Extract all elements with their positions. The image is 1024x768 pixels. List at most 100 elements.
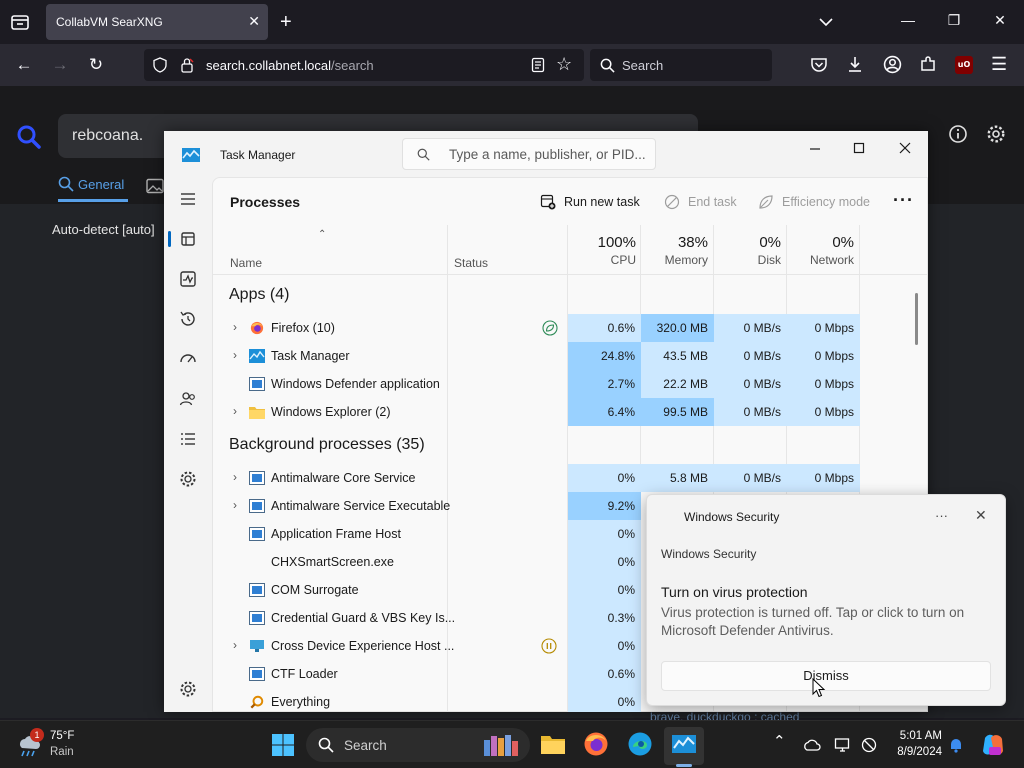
hamburger-menu-icon[interactable]: ☰ <box>991 54 1007 75</box>
users-icon[interactable] <box>176 387 200 411</box>
tab-list-icon[interactable] <box>8 10 32 34</box>
clock-time[interactable]: 5:01 AM <box>894 730 942 742</box>
language-selector[interactable]: Auto-detect [auto] <box>52 222 155 237</box>
chevron-right-icon[interactable]: › <box>233 470 237 484</box>
back-arrow-icon[interactable]: ← <box>13 54 35 76</box>
network-disconnected-icon[interactable] <box>860 736 878 754</box>
searxng-logo-icon[interactable] <box>16 124 42 150</box>
processes-icon[interactable] <box>176 227 200 251</box>
more-options-icon[interactable]: ··· <box>935 508 948 523</box>
clock-date[interactable]: 8/9/2024 <box>884 746 942 758</box>
chevron-up-icon[interactable]: ⌃ <box>773 732 786 750</box>
table-row[interactable]: › Windows Explorer (2) 6.4% 99.5 MB 0 MB… <box>213 398 918 426</box>
file-explorer-icon[interactable] <box>540 731 566 757</box>
maximize-icon[interactable] <box>848 137 870 159</box>
gear-icon[interactable] <box>986 124 1006 144</box>
cpu-cell: 6.4% <box>568 398 641 426</box>
restore-icon[interactable]: ❐ <box>944 12 964 32</box>
reader-view-icon[interactable] <box>530 57 546 73</box>
app-history-icon[interactable] <box>176 307 200 331</box>
end-task-button[interactable]: End task <box>664 194 737 210</box>
settings-gear-icon[interactable] <box>176 677 200 701</box>
memory-cell: 43.5 MB <box>641 342 714 370</box>
new-tab-icon[interactable]: + <box>280 10 292 34</box>
firefox-icon[interactable] <box>583 731 609 757</box>
notification-toast[interactable]: Windows Security ··· ✕ Windows Security … <box>646 494 1006 706</box>
close-icon[interactable] <box>894 137 916 159</box>
searxng-query-text: rebcoana. <box>72 127 144 144</box>
notification-bell-icon[interactable] <box>947 736 965 754</box>
table-row[interactable]: › Task Manager 24.8% 43.5 MB 0 MB/s 0 Mb… <box>213 342 918 370</box>
lock-icon[interactable] <box>180 57 194 73</box>
column-status[interactable]: Status <box>454 256 488 270</box>
chevron-down-icon[interactable] <box>816 12 836 32</box>
network-total: 0% <box>832 234 854 251</box>
end-task-icon <box>664 194 680 210</box>
searxng-tab-images-icon[interactable] <box>146 178 164 194</box>
group-header-background[interactable]: Background processes (35) <box>229 436 425 454</box>
bookmark-star-icon[interactable]: ☆ <box>556 54 572 75</box>
table-row[interactable]: › Firefox (10) 0.6% 320.0 MB 0 MB/s 0 Mb… <box>213 314 918 342</box>
taskbar: 1 75°F Rain Search ⌃ 5:01 AM 8/9/2024 <box>0 720 1024 768</box>
extensions-icon[interactable] <box>919 55 937 73</box>
table-row[interactable]: › Antimalware Core Service 0% 5.8 MB 0 M… <box>213 464 918 492</box>
folder-icon <box>249 407 265 419</box>
close-icon[interactable]: ✕ <box>975 507 987 524</box>
dismiss-button[interactable]: Dismiss <box>661 661 991 691</box>
searxng-tab-general[interactable]: General <box>58 176 124 192</box>
shield-icon[interactable] <box>152 57 168 73</box>
forward-arrow-icon[interactable]: → <box>49 54 71 76</box>
details-icon[interactable] <box>176 427 200 451</box>
scrollbar-thumb[interactable] <box>915 293 918 345</box>
display-icon[interactable] <box>834 736 852 754</box>
chevron-right-icon[interactable]: › <box>233 498 237 512</box>
chevron-right-icon[interactable]: › <box>233 638 237 652</box>
url-bar[interactable]: search.collabnet.local/search ☆ <box>144 49 584 81</box>
info-icon[interactable] <box>948 124 968 144</box>
table-row[interactable]: Windows Defender application 2.7% 22.2 M… <box>213 370 918 398</box>
chevron-right-icon[interactable]: › <box>233 404 237 418</box>
efficiency-mode-button[interactable]: Efficiency mode <box>758 194 870 210</box>
more-options-icon[interactable]: ··· <box>893 190 914 211</box>
hamburger-menu-icon[interactable] <box>176 187 200 211</box>
close-window-icon[interactable]: ✕ <box>990 12 1010 32</box>
column-name[interactable]: Name <box>230 256 262 270</box>
minimize-icon[interactable]: — <box>898 12 918 32</box>
run-new-task-button[interactable]: Run new task <box>540 194 640 210</box>
process-name: CHXSmartScreen.exe <box>271 555 394 569</box>
process-search-input[interactable]: Type a name, publisher, or PID... <box>402 138 656 170</box>
performance-icon[interactable] <box>176 267 200 291</box>
task-manager-app-icon <box>182 148 200 162</box>
search-highlight-books-icon <box>484 735 518 756</box>
page-title: Processes <box>230 194 301 210</box>
weather-condition: Rain <box>50 746 74 758</box>
reload-icon[interactable]: ↻ <box>85 54 107 76</box>
toast-headline: Turn on virus protection <box>661 584 808 600</box>
group-header-apps[interactable]: Apps (4) <box>229 286 289 304</box>
minimize-icon[interactable] <box>804 137 826 159</box>
column-cpu[interactable]: 100% CPU <box>568 234 636 267</box>
chevron-right-icon[interactable]: › <box>233 320 237 334</box>
ublock-origin-icon[interactable]: uO <box>955 56 973 74</box>
task-manager-icon[interactable] <box>671 731 697 757</box>
taskbar-search-box[interactable]: Search <box>306 728 530 762</box>
onedrive-cloud-icon[interactable] <box>803 736 821 754</box>
browser-tab-active[interactable]: CollabVM SearXNG ✕ <box>46 4 268 40</box>
browser-search-box[interactable]: Search <box>590 49 772 81</box>
windows-start-icon[interactable] <box>271 733 295 757</box>
chevron-right-icon[interactable]: › <box>233 348 237 362</box>
download-icon[interactable] <box>846 55 864 73</box>
column-memory[interactable]: 38% Memory <box>641 234 708 267</box>
network-cell: 0 Mbps <box>787 342 860 370</box>
process-name: COM Surrogate <box>271 583 359 597</box>
pocket-icon[interactable] <box>810 56 828 74</box>
edge-icon[interactable] <box>627 731 653 757</box>
account-icon[interactable] <box>883 55 902 74</box>
startup-apps-icon[interactable] <box>176 347 200 371</box>
column-network[interactable]: 0% Network <box>787 234 854 267</box>
services-icon[interactable] <box>176 467 200 491</box>
column-disk[interactable]: 0% Disk <box>714 234 781 267</box>
tab-close-icon[interactable]: ✕ <box>248 13 260 30</box>
process-name: Application Frame Host <box>271 527 401 541</box>
copilot-icon[interactable] <box>980 732 1006 758</box>
